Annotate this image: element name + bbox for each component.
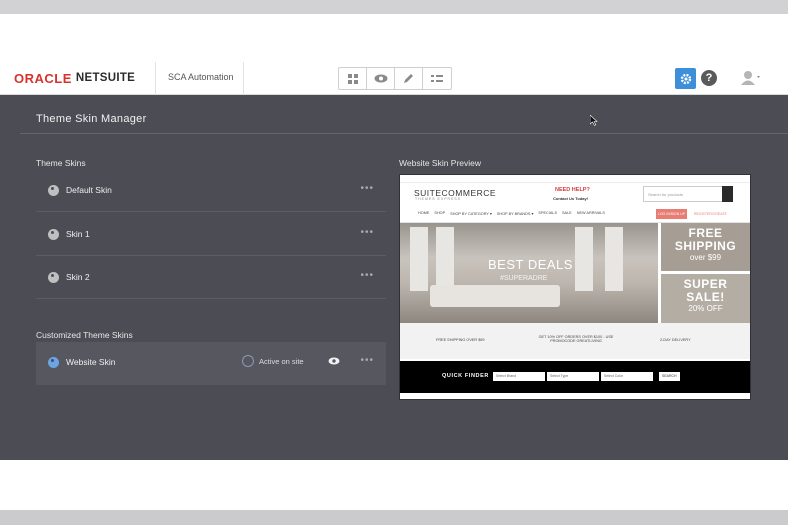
preview-hero-banner: BEST DEALS #SUPERADRE	[400, 223, 658, 323]
skin-name: Website Skin	[66, 357, 116, 367]
account-name[interactable]: SCA Automation	[168, 72, 234, 82]
more-options-icon[interactable]: •••	[360, 270, 374, 281]
user-menu[interactable]	[740, 70, 760, 86]
help-icon[interactable]: ?	[701, 70, 717, 86]
skin-name: Default Skin	[66, 185, 112, 195]
browser-bottom-strip	[0, 510, 788, 525]
preview-heading: Website Skin Preview	[399, 158, 482, 168]
palette-icon	[48, 357, 59, 368]
navbar-divider	[243, 62, 244, 95]
preview-register: REGISTER/CREATE	[694, 212, 727, 216]
hero-subtitle: #SUPERADRE	[500, 275, 548, 282]
grid-icon[interactable]	[339, 68, 367, 89]
logo-netsuite-text: NETSUITE	[75, 72, 136, 84]
theme-skins-heading: Theme Skins	[36, 158, 86, 168]
skin-name: Skin 1	[66, 229, 90, 239]
hero-window	[605, 227, 623, 291]
ship-line: SHIPPING	[674, 239, 737, 253]
promo-text: FREE SHIPPING OVER $99	[436, 338, 485, 342]
preview-search-field: Search for products	[643, 186, 731, 202]
top-navbar: ORACLE NETSUITE SCA Automation	[0, 62, 788, 95]
skin-row-website-skin[interactable]: Website Skin Active on site •••	[36, 342, 386, 385]
more-options-icon[interactable]: •••	[360, 183, 374, 194]
finder-select: Select Color	[601, 372, 653, 381]
hero-window	[436, 227, 454, 291]
finder-select: Select Brand	[493, 372, 545, 381]
website-skin-preview: SUITECOMMERCE THEMES EXPRESS NEED HELP? …	[399, 174, 751, 400]
more-options-icon[interactable]: •••	[360, 355, 374, 366]
browser-top-strip	[0, 0, 788, 14]
preview-nav-item: SPECIALS	[538, 211, 557, 215]
navbar-divider	[155, 62, 156, 95]
skin-name: Skin 2	[66, 272, 90, 282]
more-options-icon[interactable]: •••	[360, 227, 374, 238]
preview-nav-item: NEW ARRIVALS	[576, 211, 605, 215]
preview-search-icon	[722, 186, 733, 202]
theme-skin-manager-panel: Theme Skin Manager Theme Skins Default S…	[0, 95, 788, 460]
user-icon	[741, 71, 760, 85]
hero-sofa	[430, 285, 560, 307]
preview-eye-icon[interactable]	[328, 357, 340, 365]
gear-icon[interactable]	[675, 68, 696, 89]
preview-site-logo-sub: THEMES EXPRESS	[415, 197, 462, 201]
preview-contact: Contact Us Today!	[553, 196, 589, 201]
bottom-padding	[0, 460, 788, 510]
preview-nav-item: SHOP	[434, 211, 446, 215]
hero-title: BEST DEALS	[488, 257, 573, 272]
netsuite-logo[interactable]: ORACLE NETSUITE	[14, 70, 135, 86]
ship-line: over $99	[689, 253, 722, 262]
preview-nav-item: HOME	[418, 211, 430, 215]
check-circle-icon	[242, 355, 254, 367]
eye-icon[interactable]	[367, 68, 395, 89]
sale-line: 20% OFF	[688, 304, 723, 313]
palette-icon	[48, 185, 59, 196]
skin-row-skin-1[interactable]: Skin 1 •••	[36, 214, 386, 256]
palette-icon	[48, 272, 59, 283]
skin-row-skin-2[interactable]: Skin 2 •••	[36, 257, 386, 299]
page-title: Theme Skin Manager	[36, 113, 147, 125]
mouse-cursor-icon	[590, 115, 598, 126]
title-divider	[20, 133, 788, 134]
preview-free-shipping-banner: FREE SHIPPING over $99	[661, 223, 750, 271]
customized-skins-heading: Customized Theme Skins	[36, 330, 133, 340]
promo-text: 2-DAY DELIVERY	[660, 338, 691, 342]
preview-utility-bar	[400, 175, 750, 183]
sale-line: SALE!	[686, 290, 725, 304]
finder-select: Select Type	[547, 372, 599, 381]
preview-nav-item: SALE	[562, 211, 572, 215]
palette-icon	[48, 229, 59, 240]
site-tools-group	[338, 67, 452, 90]
checklist-icon[interactable]	[423, 68, 451, 89]
preview-promo-bar: FREE SHIPPING OVER $99 GET 10% OFF ORDER…	[400, 323, 750, 359]
preview-super-sale-banner: SUPER SALE! 20% OFF	[661, 274, 750, 323]
preview-nav: HOME SHOP SHOP BY CATEGORY ▾ SHOP BY BRA…	[418, 211, 605, 216]
top-padding	[0, 14, 788, 62]
preview-quick-finder: QUICK FINDER Select Brand Select Type Se…	[400, 361, 750, 393]
preview-need-help: NEED HELP?	[555, 187, 590, 193]
logo-oracle-text: ORACLE	[14, 70, 72, 86]
hero-window	[410, 227, 428, 291]
hero-window	[575, 227, 593, 291]
active-status-label: Active on site	[259, 356, 304, 366]
promo-text: GET 10% OFF ORDERS OVER $100 - USE PROMO…	[538, 335, 614, 343]
pencil-icon[interactable]	[395, 68, 423, 89]
skin-row-default[interactable]: Default Skin •••	[36, 170, 386, 212]
finder-search-button: SEARCH	[659, 372, 680, 381]
active-status: Active on site	[242, 355, 304, 367]
quick-finder-label: QUICK FINDER	[442, 373, 489, 379]
preview-login: LOG IN/SIGN UP	[656, 209, 687, 219]
preview-nav-item: SHOP BY CATEGORY ▾	[450, 212, 492, 216]
preview-nav-item: SHOP BY BRANDS ▾	[496, 212, 534, 216]
